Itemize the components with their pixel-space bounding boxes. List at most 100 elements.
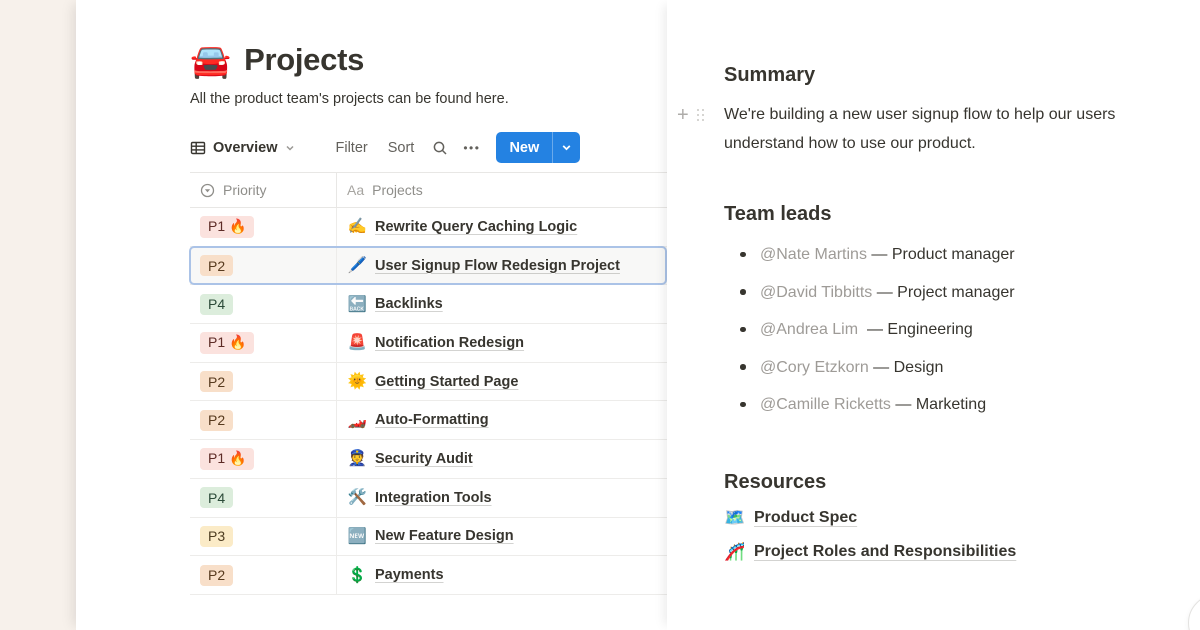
chevron-down-icon [285, 143, 295, 153]
priority-cell[interactable]: P4 [190, 479, 337, 517]
page-link[interactable]: Project Roles and Responsibilities [754, 543, 1016, 561]
page-icon: 🏎️ [347, 411, 368, 430]
title-cell[interactable]: 🚨 Notification Redesign [337, 324, 667, 362]
title-cell[interactable]: ✍️Rewrite Query Caching Logic [337, 208, 667, 246]
table-row[interactable]: P2 💲Payments [190, 556, 667, 595]
table-row[interactable]: P4 🛠️ Integration Tools [190, 479, 667, 518]
resources-heading[interactable]: Resources [724, 471, 1184, 494]
priority-cell[interactable]: P2 [190, 247, 337, 285]
database-icon[interactable]: 🚘 [190, 44, 231, 77]
priority-cell[interactable]: P2 [190, 401, 337, 439]
projects-table: Priority Aa Projects P1 🔥 ✍️Rewrite Quer… [190, 172, 667, 595]
add-block-button[interactable]: + [677, 105, 689, 125]
priority-badge: P1 🔥 [200, 448, 254, 470]
priority-badge: P4 [200, 487, 233, 508]
team-lead-role: — Product manager [871, 246, 1014, 263]
title-cell[interactable]: 🔙 Backlinks [337, 285, 667, 323]
column-header-label: Projects [372, 182, 423, 198]
sort-button[interactable]: Sort [388, 140, 415, 156]
drag-handle-icon[interactable] [697, 109, 705, 122]
team-lead-item[interactable]: @Nate Martins — Product manager [724, 243, 1184, 266]
left-margin-strip [0, 0, 76, 630]
database-panel: 🚘 Projects All the product team's projec… [76, 0, 667, 630]
team-leads-list: @Nate Martins — Product manager @David T… [724, 243, 1184, 416]
mention-link[interactable]: @Camille Ricketts [760, 396, 891, 413]
more-button[interactable]: ••• [463, 141, 480, 155]
page-detail-panel: Summary + We're building a new user sign… [667, 0, 1200, 630]
table-row[interactable]: P2 🏎️ Auto-Formatting [190, 401, 667, 440]
filter-button[interactable]: Filter [336, 140, 368, 156]
column-header-priority[interactable]: Priority [190, 173, 337, 207]
team-lead-role: — Project manager [877, 284, 1015, 301]
priority-cell[interactable]: P1 🔥 [190, 440, 337, 478]
page-link[interactable]: Backlinks [375, 296, 443, 312]
new-button-label[interactable]: New [496, 132, 552, 163]
page-icon: 🌞 [347, 372, 368, 391]
priority-cell[interactable]: P4 [190, 285, 337, 323]
title-cell[interactable]: 👮Security Audit [337, 440, 667, 478]
page-link[interactable]: Integration Tools [375, 490, 492, 506]
team-lead-item[interactable]: @David Tibbitts — Project manager [724, 281, 1184, 304]
summary-heading[interactable]: Summary [724, 64, 1184, 87]
title-cell[interactable]: 🆕New Feature Design [337, 518, 667, 556]
new-button[interactable]: New [496, 132, 580, 163]
title-cell[interactable]: 🌞 Getting Started Page [337, 363, 667, 401]
title-cell[interactable]: 💲Payments [337, 556, 667, 594]
priority-cell[interactable]: P2 [190, 556, 337, 594]
page-link[interactable]: Notification Redesign [375, 335, 524, 351]
page-icon: 🚨 [347, 333, 368, 352]
team-lead-role: — Engineering [867, 321, 973, 338]
title-cell[interactable]: 🛠️ Integration Tools [337, 479, 667, 517]
page-link[interactable]: Security Audit [375, 451, 473, 467]
mention-link[interactable]: @Nate Martins [760, 246, 867, 263]
table-row[interactable]: P3 🆕New Feature Design [190, 518, 667, 557]
resource-link-project-roles[interactable]: 🎢 Project Roles and Responsibilities [724, 542, 1184, 562]
title-cell[interactable]: 🏎️ Auto-Formatting [337, 401, 667, 439]
table-row[interactable]: P4 🔙 Backlinks [190, 285, 667, 324]
page-icon: 🛠️ [347, 488, 368, 507]
priority-cell[interactable]: P2 [190, 363, 337, 401]
table-header: Priority Aa Projects [190, 172, 667, 208]
team-lead-item[interactable]: @Cory Etzkorn — Design [724, 356, 1184, 379]
page-link[interactable]: Rewrite Query Caching Logic [375, 219, 577, 235]
page-link[interactable]: Getting Started Page [375, 374, 518, 390]
search-button[interactable] [432, 140, 448, 156]
mention-link[interactable]: @Andrea Lim [760, 321, 858, 338]
resource-link-product-spec[interactable]: 🗺️ Product Spec [724, 508, 1184, 528]
page-link[interactable]: New Feature Design [375, 528, 514, 544]
summary-paragraph[interactable]: We're building a new user signup flow to… [724, 101, 1184, 158]
page-link[interactable]: Payments [375, 567, 444, 583]
mention-link[interactable]: @David Tibbitts [760, 284, 872, 301]
search-icon [432, 140, 448, 156]
priority-cell[interactable]: P1 🔥 [190, 208, 337, 246]
page-link[interactable]: User Signup Flow Redesign Project [375, 258, 620, 274]
team-leads-heading[interactable]: Team leads [724, 203, 1184, 226]
page-icon: 🔙 [347, 295, 368, 314]
page-link[interactable]: Auto-Formatting [375, 412, 489, 428]
database-description[interactable]: All the product team's projects can be f… [190, 87, 564, 111]
new-dropdown-button[interactable] [553, 132, 580, 163]
table-row[interactable]: P1 🔥 🚨 Notification Redesign [190, 324, 667, 363]
column-header-projects[interactable]: Aa Projects [337, 173, 667, 207]
database-title[interactable]: Projects [244, 42, 364, 78]
team-lead-item[interactable]: @Andrea Lim — Engineering [724, 318, 1184, 341]
priority-badge: P2 [200, 371, 233, 392]
team-lead-item[interactable]: @Camille Ricketts — Marketing [724, 393, 1184, 416]
page-icon: 🗺️ [724, 508, 744, 528]
view-tab-overview[interactable]: Overview [190, 140, 295, 156]
table-row[interactable]: P1 🔥 👮Security Audit [190, 440, 667, 479]
table-view-icon [190, 140, 206, 156]
table-row[interactable]: P2 🖊️User Signup Flow Redesign Project [190, 247, 667, 286]
view-tab-label: Overview [213, 140, 278, 156]
title-cell[interactable]: 🖊️User Signup Flow Redesign Project [337, 247, 667, 285]
block-handles: + [677, 105, 704, 125]
page-icon: 🎢 [724, 542, 744, 562]
priority-cell[interactable]: P1 🔥 [190, 324, 337, 362]
priority-cell[interactable]: P3 [190, 518, 337, 556]
team-lead-role: — Marketing [895, 396, 986, 413]
table-row[interactable]: P1 🔥 ✍️Rewrite Query Caching Logic [190, 208, 667, 247]
mention-link[interactable]: @Cory Etzkorn [760, 359, 869, 376]
priority-badge: P2 [200, 410, 233, 431]
table-row[interactable]: P2 🌞 Getting Started Page [190, 363, 667, 402]
page-link[interactable]: Product Spec [754, 509, 857, 527]
